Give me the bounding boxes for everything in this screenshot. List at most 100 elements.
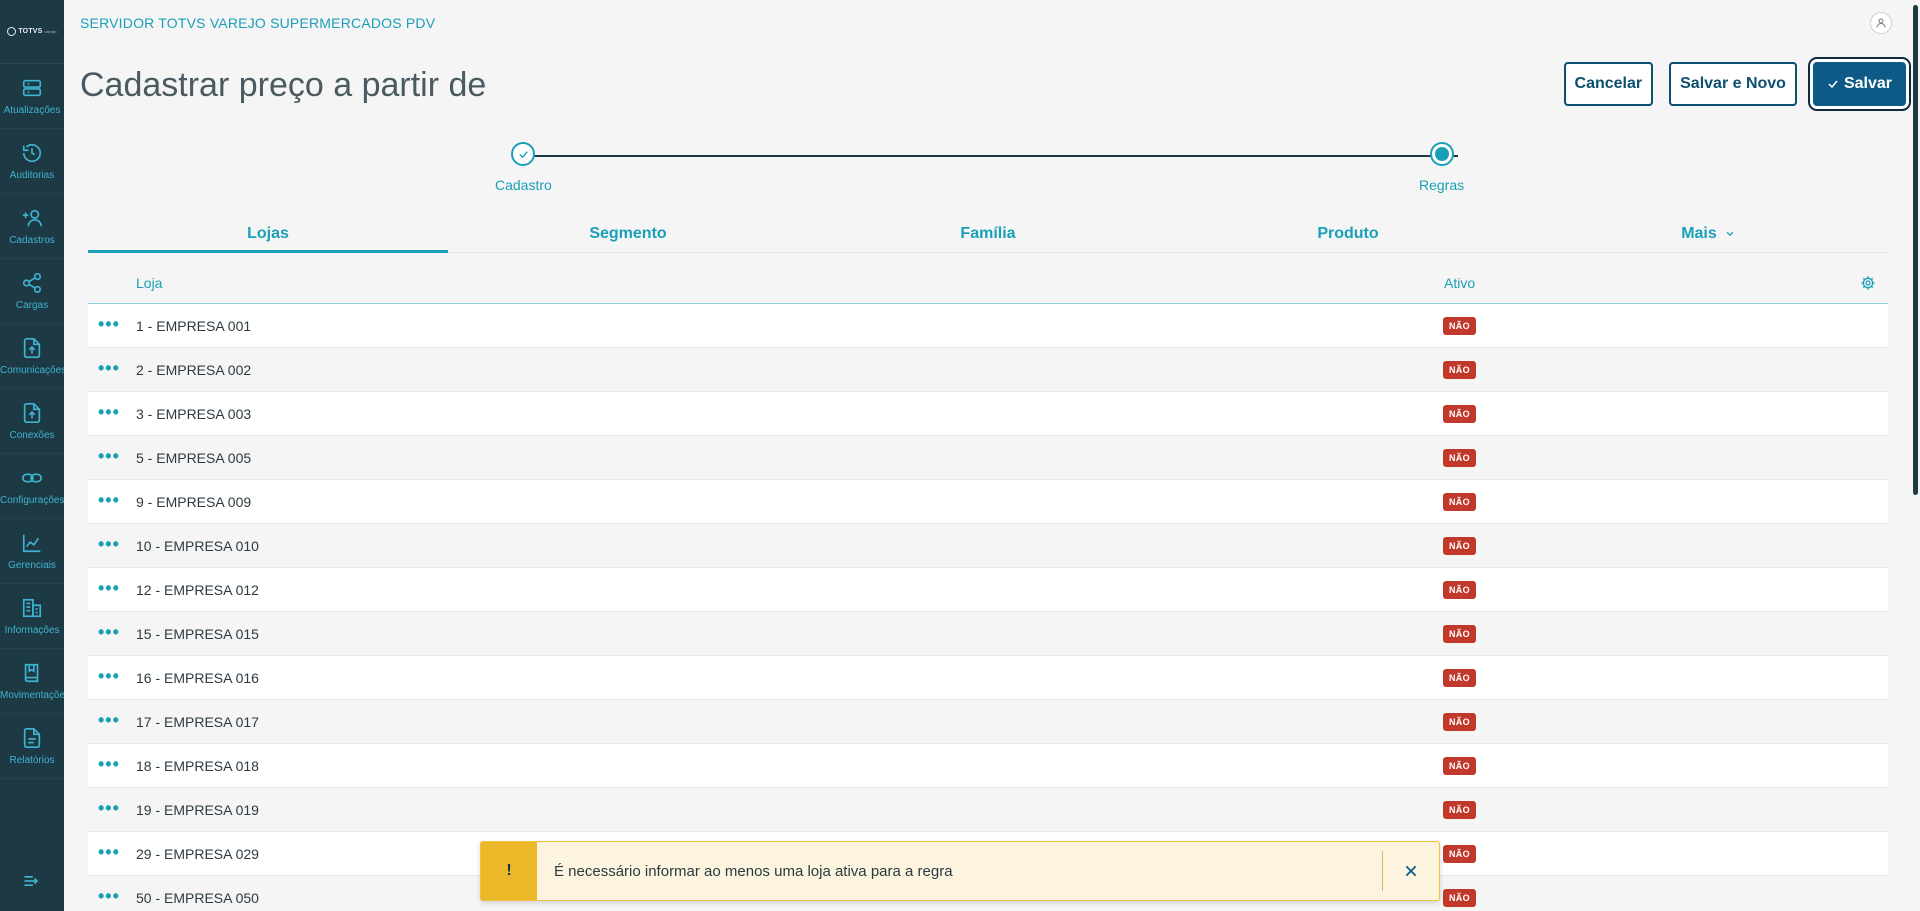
status-badge: NÃO — [1443, 405, 1476, 423]
more-actions-icon[interactable]: ••• — [98, 799, 120, 817]
tab-segmento[interactable]: Segmento — [448, 215, 808, 252]
upload-file-icon — [23, 337, 41, 358]
more-actions-icon[interactable]: ••• — [98, 359, 120, 377]
sidebar-item-label: Atualizações — [3, 104, 61, 116]
table-row[interactable]: ••• 17 - EMPRESA 017 NÃO — [88, 700, 1888, 744]
status-badge: NÃO — [1443, 581, 1476, 599]
save-button-label: Salvar — [1843, 75, 1892, 92]
sidebar-item-informacoes[interactable]: Informações — [0, 584, 64, 649]
cell-loja: 16 - EMPRESA 016 — [136, 670, 259, 686]
sidebar-item-cadastros[interactable]: Cadastros — [0, 194, 64, 259]
table-row[interactable]: ••• 5 - EMPRESA 005 NÃO — [88, 436, 1888, 480]
user-avatar[interactable] — [1870, 12, 1892, 34]
sidebar-item-atualizacoes[interactable]: Atualizações — [0, 64, 64, 129]
more-actions-icon[interactable]: ••• — [98, 535, 120, 553]
toast-close-button[interactable] — [1383, 842, 1439, 900]
table-row[interactable]: ••• 2 - EMPRESA 002 NÃO — [88, 348, 1888, 392]
status-badge: NÃO — [1443, 845, 1476, 863]
step-cadastro[interactable]: Cadastro — [495, 142, 552, 193]
sidebar-item-gerenciais[interactable]: Gerenciais — [0, 519, 64, 584]
add-user-icon — [22, 209, 42, 226]
sidebar-item-configuracoes[interactable]: Configurações — [0, 454, 64, 519]
tab-familia[interactable]: Família — [808, 215, 1168, 252]
more-actions-icon[interactable]: ••• — [98, 447, 120, 465]
cell-loja: 19 - EMPRESA 019 — [136, 802, 259, 818]
step-label: Regras — [1419, 177, 1465, 193]
table-row[interactable]: ••• 1 - EMPRESA 001 NÃO — [88, 304, 1888, 348]
more-actions-icon[interactable]: ••• — [98, 843, 120, 861]
table-row[interactable]: ••• 15 - EMPRESA 015 NÃO — [88, 612, 1888, 656]
cell-loja: 18 - EMPRESA 018 — [136, 758, 259, 774]
table-row[interactable]: ••• 12 - EMPRESA 012 NÃO — [88, 568, 1888, 612]
toast-message: É necessário informar ao menos uma loja … — [554, 862, 953, 880]
sidebar-item-movimentacoes[interactable]: Movimentações — [0, 649, 64, 714]
warning-icon: ! — [481, 842, 537, 900]
tab-produto[interactable]: Produto — [1168, 215, 1528, 252]
table-row[interactable]: ••• 19 - EMPRESA 019 NÃO — [88, 788, 1888, 832]
page-actions: Cancelar Salvar e Novo Salvar — [1563, 62, 1906, 106]
sidebar-item-label: Gerenciais — [8, 559, 56, 571]
step-regras[interactable]: Regras — [1419, 142, 1464, 193]
sidebar-item-auditorias[interactable]: Auditorias — [0, 129, 64, 194]
scrollbar-thumb[interactable] — [1913, 5, 1918, 495]
more-actions-icon[interactable]: ••• — [98, 667, 120, 685]
cell-loja: 2 - EMPRESA 002 — [136, 362, 252, 378]
cell-loja: 17 - EMPRESA 017 — [136, 714, 259, 730]
cell-loja: 50 - EMPRESA 050 — [136, 890, 259, 906]
more-actions-icon[interactable]: ••• — [98, 755, 120, 773]
cell-loja: 9 - EMPRESA 009 — [136, 494, 252, 510]
table-row[interactable]: ••• 18 - EMPRESA 018 NÃO — [88, 744, 1888, 788]
scrollbar[interactable] — [1912, 0, 1920, 911]
cancel-button[interactable]: Cancelar — [1563, 62, 1654, 106]
status-badge: NÃO — [1443, 801, 1476, 819]
table-row[interactable]: ••• 9 - EMPRESA 009 NÃO — [88, 480, 1888, 524]
share-icon — [22, 272, 42, 293]
tab-mais[interactable]: Mais — [1528, 215, 1888, 252]
more-actions-icon[interactable]: ••• — [98, 491, 120, 509]
table-row[interactable]: ••• 10 - EMPRESA 010 NÃO — [88, 524, 1888, 568]
column-header-ativo[interactable]: Ativo — [1444, 275, 1475, 291]
gear-icon[interactable] — [1860, 275, 1876, 291]
document-icon — [23, 727, 41, 748]
logo-mark-icon — [7, 27, 17, 36]
tab-lojas[interactable]: Lojas — [88, 215, 448, 253]
status-badge: NÃO — [1443, 757, 1476, 775]
server-icon — [22, 79, 42, 96]
cell-loja: 12 - EMPRESA 012 — [136, 582, 259, 598]
more-actions-icon[interactable]: ••• — [98, 403, 120, 421]
table-row[interactable]: ••• 3 - EMPRESA 003 NÃO — [88, 392, 1888, 436]
column-header-loja[interactable]: Loja — [136, 275, 162, 291]
upload-file-icon — [23, 402, 41, 423]
logo-sub: varejo — [44, 29, 57, 34]
save-button[interactable]: Salvar — [1812, 62, 1906, 106]
more-actions-icon[interactable]: ••• — [98, 579, 120, 597]
status-badge: NÃO — [1443, 493, 1476, 511]
more-actions-icon[interactable]: ••• — [98, 887, 120, 905]
stepper-line — [534, 155, 1458, 157]
totvs-logo[interactable]: TOTVS varejo — [0, 0, 64, 64]
warning-toast: ! É necessário informar ao menos uma loj… — [480, 841, 1440, 901]
sidebar-item-comunicacoes[interactable]: Comunicações — [0, 324, 64, 389]
sidebar-item-relatorios[interactable]: Relatórios — [0, 714, 64, 779]
cell-loja: 3 - EMPRESA 003 — [136, 406, 252, 422]
lojas-table: Loja Ativo ••• 1 - EMPRESA 001 NÃO ••• 2 - E… — [88, 262, 1888, 911]
table-header: Loja Ativo — [88, 262, 1888, 304]
tab-mais-label: Mais — [1681, 224, 1717, 242]
more-actions-icon[interactable]: ••• — [98, 315, 120, 333]
sidebar-item-label: Cadastros — [9, 234, 55, 246]
more-actions-icon[interactable]: ••• — [98, 623, 120, 641]
sidebar-item-label: Comunicações — [0, 364, 64, 376]
sidebar-item-conexoes[interactable]: Conexões — [0, 389, 64, 454]
collapse-menu-button[interactable] — [0, 861, 64, 901]
cell-loja: 10 - EMPRESA 010 — [136, 538, 259, 554]
sidebar: TOTVS varejo Atualizações Auditorias Cad… — [0, 0, 64, 911]
sidebar-item-label: Relatórios — [9, 754, 55, 766]
step-current-dot — [1434, 147, 1449, 161]
table-row[interactable]: ••• 16 - EMPRESA 016 NÃO — [88, 656, 1888, 700]
save-and-new-button[interactable]: Salvar e Novo — [1669, 62, 1797, 106]
status-badge: NÃO — [1443, 625, 1476, 643]
status-badge: NÃO — [1443, 317, 1476, 335]
sidebar-item-cargas[interactable]: Cargas — [0, 259, 64, 324]
chevron-down-icon — [1726, 231, 1734, 236]
more-actions-icon[interactable]: ••• — [98, 711, 120, 729]
